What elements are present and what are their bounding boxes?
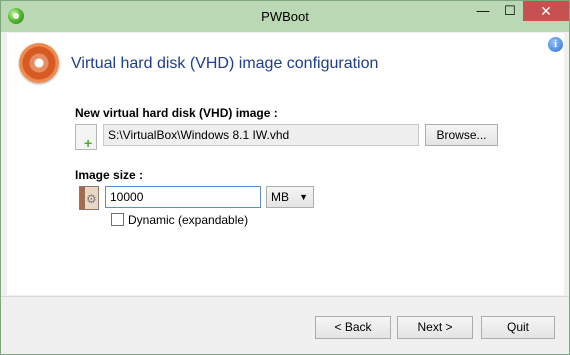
unit-select-value: MB [271,190,289,204]
dynamic-checkbox-label[interactable]: Dynamic (expandable) [128,213,248,227]
maximize-button[interactable]: ☐ [497,1,523,21]
vhd-image-label: New virtual hard disk (VHD) image : [75,106,278,120]
footer-divider [1,296,569,297]
image-size-label: Image size : [75,168,144,182]
chevron-down-icon: ▼ [299,192,308,202]
disc-icon [19,43,59,83]
quit-button[interactable]: Quit [481,316,555,339]
wizard-panel: Virtual hard disk (VHD) image configurat… [7,33,564,295]
dynamic-checkbox[interactable] [111,213,124,226]
next-button[interactable]: Next > [397,316,473,339]
plus-icon: + [84,135,93,151]
page-title: Virtual hard disk (VHD) image configurat… [71,55,379,72]
title-bar[interactable]: PWBoot — ☐ ✕ [1,1,569,32]
disk-size-icon: ⚙ [79,186,99,210]
gear-icon: ⚙ [86,192,97,206]
image-size-input[interactable]: 10000 [105,186,261,208]
pwboot-window: PWBoot — ☐ ✕ Virtual hard disk (VHD) ima… [0,0,570,355]
minimize-button[interactable]: — [469,1,497,21]
new-document-icon: + [75,124,97,150]
wizard-content: Virtual hard disk (VHD) image configurat… [1,32,569,296]
close-button[interactable]: ✕ [523,1,569,21]
vhd-path-field[interactable]: S:\VirtualBox\Windows 8.1 IW.vhd [103,124,419,146]
unit-select[interactable]: MB ▼ [266,186,314,208]
info-icon[interactable]: i [548,37,563,52]
browse-button[interactable]: Browse... [425,124,498,146]
back-button[interactable]: < Back [315,316,391,339]
